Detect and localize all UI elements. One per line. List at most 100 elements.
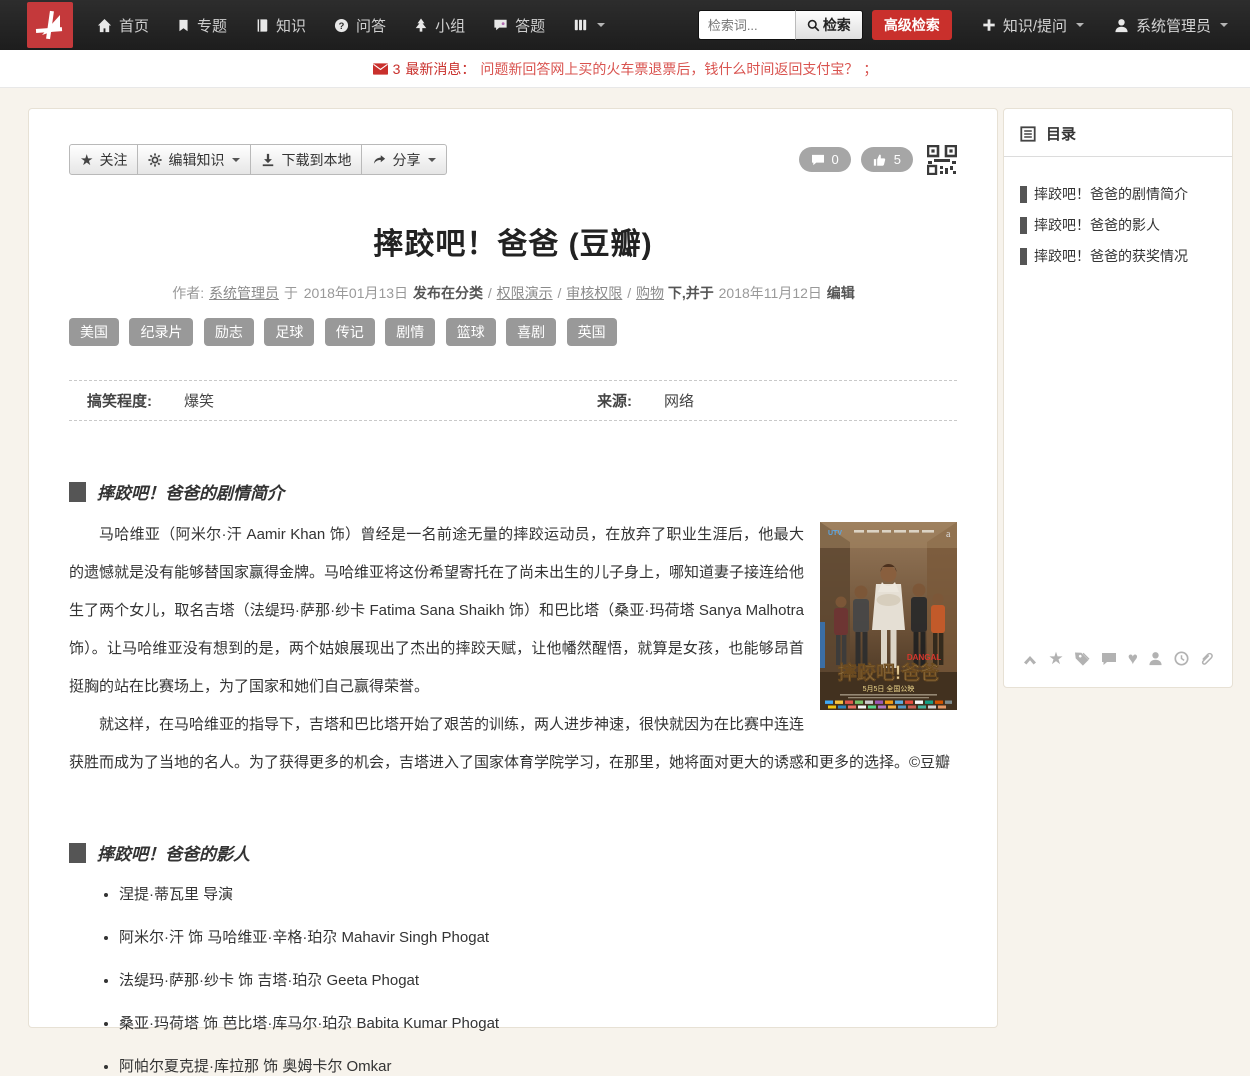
tag-icon[interactable]: [1074, 651, 1091, 667]
user-icon[interactable]: [1148, 651, 1163, 666]
like-count-badge[interactable]: 5: [861, 147, 913, 172]
tag-list: 美国 纪录片 励志 足球 传记 剧情 篮球 喜剧 英国: [69, 318, 957, 346]
nav-item-topics[interactable]: 专题: [163, 0, 241, 50]
tag[interactable]: 英国: [567, 318, 617, 346]
meta-separator: /: [627, 285, 631, 301]
create-menu-label: 知识/提问: [1003, 15, 1067, 36]
publish-date: 2018年01月13日: [304, 285, 408, 301]
page-title: 摔跤吧！爸爸 (豆瓣): [69, 219, 957, 263]
user-icon: [1114, 18, 1129, 33]
main-nav: 首页 专题 知识 ? 问答 小组 答题: [83, 0, 619, 50]
share-button[interactable]: 分享: [361, 144, 447, 175]
poster-title: 摔跤吧!爸爸: [838, 661, 939, 684]
poster-studio: UTV: [828, 530, 842, 537]
author-label: 作者:: [172, 285, 204, 301]
cast-list: 涅提·蒂瓦里 导演 阿米尔·汗 饰 马哈维亚·辛格·珀尕 Mahavir Sin…: [69, 883, 957, 1076]
gear-icon: [148, 153, 162, 167]
comment-icon[interactable]: [1101, 652, 1117, 666]
field-value: 网络: [632, 390, 694, 411]
article-card: ★ 关注 编辑知识 下载到本地 分享: [28, 108, 998, 1028]
toc-item-marker: [1020, 186, 1027, 203]
user-menu-label: 系统管理员: [1136, 15, 1211, 36]
tag[interactable]: 喜剧: [506, 318, 556, 346]
toc-item-label: 摔跤吧！爸爸的剧情简介: [1034, 184, 1188, 204]
site-logo[interactable]: [27, 2, 73, 48]
tag[interactable]: 篮球: [446, 318, 496, 346]
toc-item[interactable]: 摔跤吧！爸爸的影人: [1020, 215, 1216, 235]
notice-message-link[interactable]: 问题新回答网上买的火车票退票后，钱什么时间返回支付宝？: [480, 59, 858, 79]
heart-icon[interactable]: ♥: [1128, 650, 1138, 667]
notice-bar: 3 最新消息： 问题新回答网上买的火车票退票后，钱什么时间返回支付宝？ ；: [0, 50, 1250, 88]
logo-icon: [33, 8, 67, 42]
chevron-down-icon: [232, 158, 240, 162]
article-stats: 0 5: [799, 145, 957, 175]
meta-text: 于: [284, 285, 298, 301]
user-menu[interactable]: 系统管理员: [1114, 15, 1228, 36]
nav-item-qa[interactable]: ? 问答: [320, 0, 400, 50]
tag[interactable]: 剧情: [385, 318, 435, 346]
advanced-search-button[interactable]: 高级检索: [872, 10, 952, 40]
toc-item[interactable]: 摔跤吧！爸爸的剧情简介: [1020, 184, 1216, 204]
home-icon: [97, 18, 112, 33]
star-icon[interactable]: ★: [1048, 650, 1063, 667]
search-box: 检索: [698, 10, 863, 40]
paperclip-icon[interactable]: [1199, 651, 1214, 666]
search-button-label: 检索: [823, 15, 851, 35]
edit-button-label: 编辑知识: [168, 150, 224, 170]
edit-knowledge-button[interactable]: 编辑知识: [137, 144, 251, 175]
tag[interactable]: 纪录片: [129, 318, 193, 346]
poster-date: 5月5日 全国公映: [863, 684, 915, 693]
nav-item-quiz[interactable]: 答题: [479, 0, 559, 50]
chat-icon: [493, 18, 508, 32]
tree-icon: [414, 18, 428, 33]
notice-suffix: ；: [863, 59, 877, 79]
nav-item-knowledge[interactable]: 知识: [241, 0, 320, 50]
clock-icon[interactable]: [1174, 651, 1189, 666]
field-row: 搞笑程度: 爆笑: [69, 390, 579, 411]
toc-list: 摔跤吧！爸爸的剧情简介 摔跤吧！爸爸的影人 摔跤吧！爸爸的获奖情况: [1004, 157, 1232, 266]
tag[interactable]: 传记: [325, 318, 375, 346]
like-count: 5: [894, 152, 901, 167]
create-menu[interactable]: 知识/提问: [982, 15, 1084, 36]
category-link[interactable]: 审核权限: [566, 285, 622, 301]
tag[interactable]: 美国: [69, 318, 119, 346]
movie-poster: UTV a DANGAL 摔跤吧!爸爸 5月5日 全国公映: [820, 522, 957, 710]
nav-item-label: 答题: [515, 15, 545, 36]
follow-button[interactable]: ★ 关注: [69, 144, 138, 175]
toolbar-button-group: ★ 关注 编辑知识 下载到本地 分享: [69, 144, 447, 175]
edit-date: 2018年11月12日: [719, 285, 822, 301]
category-link[interactable]: 权限演示: [497, 285, 553, 301]
plus-icon: [982, 18, 996, 32]
author-link[interactable]: 系统管理员: [209, 285, 279, 301]
nav-item-label: 首页: [119, 15, 149, 36]
tag[interactable]: 足球: [264, 318, 314, 346]
nav-apps-menu[interactable]: [559, 0, 619, 50]
meta-separator: /: [558, 285, 562, 301]
top-navbar: 首页 专题 知识 ? 问答 小组 答题: [0, 0, 1250, 50]
notice-label: 最新消息：: [405, 59, 475, 79]
category-link[interactable]: 购物: [636, 285, 664, 301]
chevron-up-icon[interactable]: [1022, 652, 1038, 666]
notice-count: 3: [393, 61, 401, 77]
field-value: 爆笑: [152, 390, 214, 411]
tag[interactable]: 励志: [204, 318, 254, 346]
cast-item: 涅提·蒂瓦里 导演: [119, 883, 957, 904]
article-meta: 作者: 系统管理员 于 2018年01月13日 发布在分类 / 权限演示 / 审…: [69, 283, 957, 303]
custom-fields: 搞笑程度: 爆笑 来源: 网络: [69, 380, 957, 421]
meta-text: 下,并于: [668, 285, 714, 301]
search-button[interactable]: 检索: [795, 10, 863, 40]
search-input[interactable]: [698, 10, 795, 40]
meta-text: 编辑: [827, 285, 855, 301]
toc-item-marker: [1020, 217, 1027, 234]
toc-item[interactable]: 摔跤吧！爸爸的获奖情况: [1020, 246, 1216, 266]
nav-item-label: 问答: [356, 15, 386, 36]
nav-item-groups[interactable]: 小组: [400, 0, 479, 50]
toc-header: 目录: [1004, 109, 1232, 157]
qr-code-icon[interactable]: [927, 145, 957, 175]
download-button[interactable]: 下载到本地: [250, 144, 362, 175]
nav-item-home[interactable]: 首页: [83, 0, 163, 50]
field-row: 来源: 网络: [579, 390, 694, 411]
share-icon: [372, 153, 386, 167]
comment-count-badge[interactable]: 0: [799, 147, 851, 172]
cast-item: 阿帕尔夏克提·库拉那 饰 奥姆卡尔 Omkar: [119, 1055, 957, 1076]
